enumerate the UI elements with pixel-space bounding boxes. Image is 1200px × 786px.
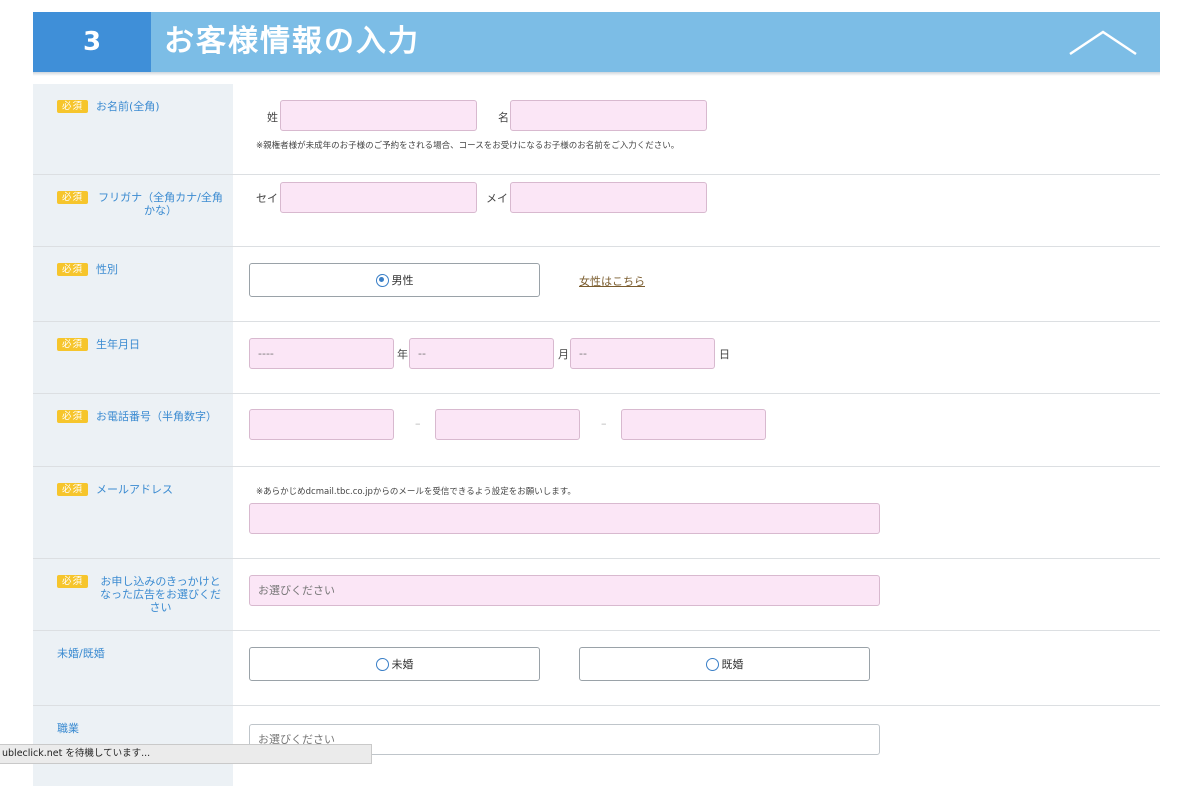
browser-status-bar: ubleclick.net を待機しています... <box>0 744 372 764</box>
header-shadow <box>33 72 1160 76</box>
form-row-ad-source: 必須 お申し込みのきっかけとなった広告をお選びください お選びください <box>33 559 1160 631</box>
birth-month-select[interactable]: -- <box>409 338 554 369</box>
required-badge: 必須 <box>57 483 89 496</box>
row-body-kana: セイ メイ <box>233 175 1160 246</box>
required-badge: 必須 <box>57 410 89 423</box>
row-body-birthdate: ---- 年 -- 月 -- 日 <box>233 322 1160 393</box>
field-label: お名前(全角) <box>96 100 160 113</box>
row-label-kana: 必須 フリガナ（全角カナ/全角かな） <box>33 175 233 246</box>
row-label-gender: 必須 性別 <box>33 247 233 321</box>
step-number: 3 <box>33 12 151 72</box>
last-name-kana-input[interactable] <box>280 182 477 213</box>
form-row-birthdate: 必須 生年月日 ---- 年 -- 月 -- 日 <box>33 322 1160 394</box>
row-body-occupation: お選びください <box>233 706 1160 786</box>
form-row-email: 必須 メールアドレス ※あらかじめdcmail.tbc.co.jpからのメールを… <box>33 467 1160 559</box>
first-name-kana-input[interactable] <box>510 182 707 213</box>
row-body-email: ※あらかじめdcmail.tbc.co.jpからのメールを受信できるよう設定をお… <box>233 467 1160 558</box>
marital-married-label: 既婚 <box>721 658 744 671</box>
marital-single-option[interactable]: 未婚 <box>249 647 540 681</box>
row-body-ad-source: お選びください <box>233 559 1160 630</box>
gender-male-label: 男性 <box>391 274 414 287</box>
form-row-name: 必須 お名前(全角) 姓 名 ※親権者様が未成年のお子様のご予約をされる場合、コ… <box>33 84 1160 175</box>
email-note: ※あらかじめdcmail.tbc.co.jpからのメールを受信できるよう設定をお… <box>256 487 576 497</box>
month-label: 月 <box>558 348 569 361</box>
form-row-gender: 必須 性別 男性 女性はこちら <box>33 247 1160 322</box>
radio-checked-icon <box>375 273 389 287</box>
required-badge: 必須 <box>57 338 89 351</box>
field-label: フリガナ（全角カナ/全角かな） <box>98 191 223 217</box>
field-label: メールアドレス <box>96 483 174 496</box>
form-row-kana: 必須 フリガナ（全角カナ/全角かな） セイ メイ <box>33 175 1160 247</box>
radio-unchecked-icon <box>375 657 389 671</box>
gender-male-option[interactable]: 男性 <box>249 263 540 297</box>
field-label: お申し込みのきっかけとなった広告をお選びください <box>100 575 221 614</box>
ad-source-select[interactable]: お選びください <box>249 575 880 606</box>
day-label: 日 <box>719 348 730 361</box>
row-label-phone: 必須 お電話番号（半角数字） <box>33 394 233 466</box>
name-note: ※親権者様が未成年のお子様のご予約をされる場合、コースをお受けになるお子様のお名… <box>256 141 680 151</box>
phone-part2-input[interactable] <box>435 409 580 440</box>
row-label-name: 必須 お名前(全角) <box>33 84 233 174</box>
last-name-input[interactable] <box>280 100 477 131</box>
section-header: 3 お客様情報の入力 <box>33 12 1160 72</box>
birth-year-select[interactable]: ---- <box>249 338 394 369</box>
phone-part3-input[interactable] <box>621 409 766 440</box>
sei-label: 姓 <box>267 111 278 124</box>
row-label-ad-source: 必須 お申し込みのきっかけとなった広告をお選びください <box>33 559 233 630</box>
first-name-input[interactable] <box>510 100 707 131</box>
required-badge: 必須 <box>57 191 89 204</box>
required-badge: 必須 <box>57 575 89 588</box>
radio-unchecked-icon <box>705 657 719 671</box>
row-label-marital: 未婚/既婚 <box>33 631 233 705</box>
field-label: お電話番号（半角数字） <box>96 410 218 423</box>
form-row-phone: 必須 お電話番号（半角数字） – – <box>33 394 1160 467</box>
field-label: 生年月日 <box>96 338 141 351</box>
required-badge: 必須 <box>57 100 89 113</box>
row-label-email: 必須 メールアドレス <box>33 467 233 558</box>
collapse-section-button[interactable] <box>1066 26 1140 60</box>
marital-single-label: 未婚 <box>391 658 414 671</box>
row-body-name: 姓 名 ※親権者様が未成年のお子様のご予約をされる場合、コースをお受けになるお子… <box>233 84 1160 174</box>
field-label: 性別 <box>96 263 119 276</box>
female-link[interactable]: 女性はこちら <box>579 273 645 289</box>
section-title: お客様情報の入力 <box>164 24 420 59</box>
form-row-marital: 未婚/既婚 未婚 既婚 <box>33 631 1160 706</box>
email-input[interactable] <box>249 503 880 534</box>
year-label: 年 <box>397 348 408 361</box>
birth-day-select[interactable]: -- <box>570 338 715 369</box>
mei-label: 名 <box>498 111 509 124</box>
sei-kana-label: セイ <box>256 192 278 205</box>
chevron-up-icon <box>1069 30 1137 56</box>
field-label: 未婚/既婚 <box>57 647 105 660</box>
required-badge: 必須 <box>57 263 89 276</box>
phone-part1-input[interactable] <box>249 409 394 440</box>
phone-separator: – <box>601 417 607 430</box>
mei-kana-label: メイ <box>486 192 508 205</box>
marital-married-option[interactable]: 既婚 <box>579 647 870 681</box>
row-body-phone: – – <box>233 394 1160 466</box>
phone-separator: – <box>415 417 421 430</box>
customer-info-form: 必須 お名前(全角) 姓 名 ※親権者様が未成年のお子様のご予約をされる場合、コ… <box>33 84 1160 786</box>
row-label-birthdate: 必須 生年月日 <box>33 322 233 393</box>
row-body-gender: 男性 女性はこちら <box>233 247 1160 321</box>
row-body-marital: 未婚 既婚 <box>233 631 1160 705</box>
field-label: 職業 <box>57 722 79 735</box>
